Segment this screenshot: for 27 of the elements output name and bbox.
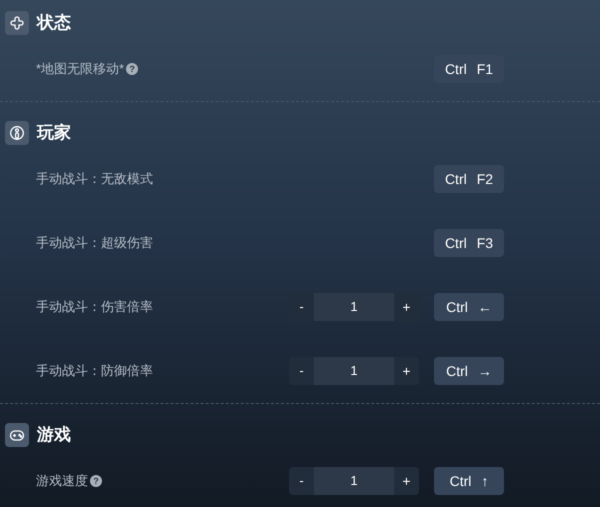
option-label: 手动战斗：无敌模式 (36, 170, 153, 188)
person-icon (9, 125, 25, 141)
section-title: 玩家 (37, 122, 71, 144)
stepper-value[interactable]: 1 (314, 293, 394, 321)
increment-button[interactable]: + (394, 293, 419, 321)
increment-button[interactable]: + (394, 467, 419, 495)
section-title: 状态 (37, 12, 71, 34)
option-label: *地图无限移动* (36, 60, 124, 78)
hotkey-button[interactable]: Ctrl F3 (434, 229, 504, 257)
option-label: 手动战斗：伤害倍率 (36, 298, 153, 316)
hotkey-button[interactable]: Ctrl F1 (434, 55, 504, 83)
hotkey-button[interactable]: Ctrl F2 (434, 165, 504, 193)
increment-button[interactable]: + (394, 357, 419, 385)
decrement-button[interactable]: - (289, 357, 314, 385)
stepper-value[interactable]: 1 (314, 357, 394, 385)
hotkey-button[interactable]: Ctrl → (434, 357, 504, 385)
decrement-button[interactable]: - (289, 293, 314, 321)
help-icon[interactable]: ? (126, 63, 138, 75)
section-title: 游戏 (37, 424, 71, 446)
hotkey-button[interactable]: Ctrl ↑ (434, 467, 504, 495)
help-icon[interactable]: ? (90, 475, 102, 487)
stepper-value[interactable]: 1 (314, 467, 394, 495)
hotkey-button[interactable]: Ctrl ← (434, 293, 504, 321)
option-label: 游戏速度 (36, 472, 88, 490)
decrement-button[interactable]: - (289, 467, 314, 495)
option-label: 手动战斗：超级伤害 (36, 234, 153, 252)
option-label: 手动战斗：防御倍率 (36, 362, 153, 380)
